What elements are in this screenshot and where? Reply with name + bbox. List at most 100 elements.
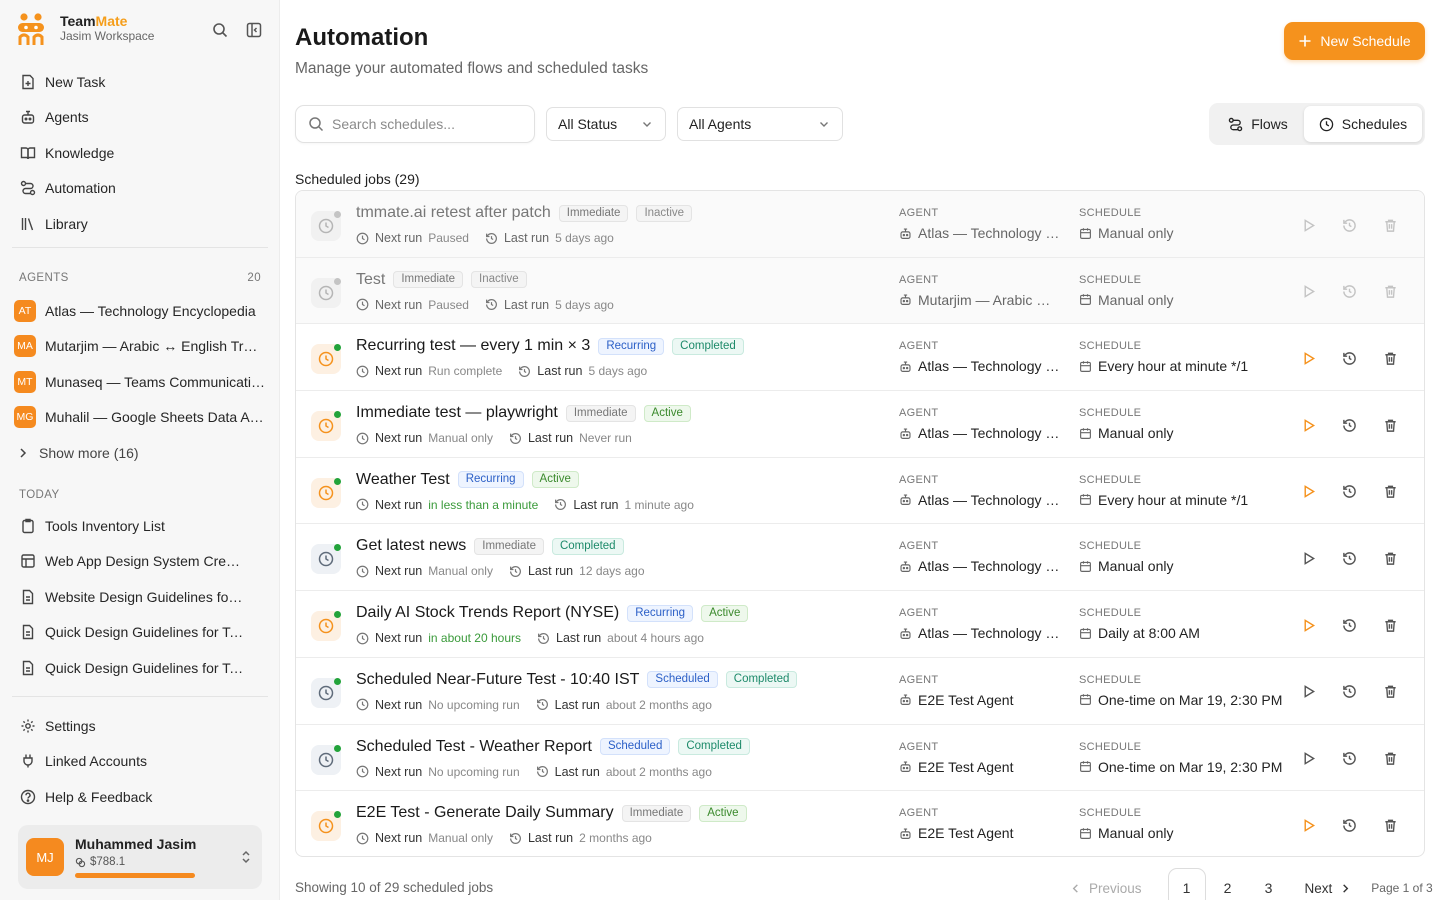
status-dot [334,211,341,218]
job-name[interactable]: Daily AI Stock Trends Report (NYSE) [356,604,619,622]
table-row[interactable]: tmmate.ai retest after patch Immediate In… [296,191,1424,258]
nav-item-library[interactable]: Library [12,206,268,242]
table-row[interactable]: Recurring test — every 1 min × 3 Recurri… [296,324,1424,392]
coins-icon [75,857,86,867]
agent-item[interactable]: MA Mutarjim — Arabic ↔ English Translato… [14,329,266,365]
history-item[interactable]: Web App Design System Creation [12,544,268,580]
nav-item-help[interactable]: Help & Feedback [12,779,268,815]
table-row[interactable]: Scheduled Test - Weather Report Schedule… [296,725,1424,792]
next-page-button[interactable]: Next [1305,881,1352,896]
run-now-button[interactable] [1298,215,1318,235]
delete-button[interactable] [1380,749,1400,769]
delete-button[interactable] [1380,682,1400,702]
delete-button[interactable] [1380,615,1400,635]
job-name[interactable]: Scheduled Test - Weather Report [356,738,592,756]
run-now-button[interactable] [1298,749,1318,769]
calendar-icon [1080,827,1091,839]
search-input[interactable] [332,116,522,132]
table-row[interactable]: Get latest news Immediate Completed Next … [296,524,1424,592]
run-now-button[interactable] [1298,815,1318,835]
agents-section-header: AGENTS 20 [19,272,261,284]
agent-item[interactable]: AT Atlas — Technology Encyclopedia [14,293,266,329]
run-history-button[interactable] [1339,482,1359,502]
run-now-button[interactable] [1298,282,1318,302]
job-run-meta: Next run Paused Last run 5 days ago [356,231,614,245]
job-name[interactable]: Get latest news [356,537,466,555]
plus-icon [1299,35,1311,47]
agent-item[interactable]: MT Munaseq — Teams Communication [14,364,266,400]
nav-item-linked-accounts[interactable]: Linked Accounts [12,744,268,780]
agent-item[interactable]: MG Muhalil — Google Sheets Data Analyst [14,400,266,436]
show-more-agents-button[interactable]: Show more (16) [14,435,266,471]
history-item[interactable]: Quick Design Guidelines for Teams [12,650,268,686]
job-name[interactable]: Immediate test — playwright [356,404,558,422]
job-name[interactable]: Test [356,271,385,289]
run-now-button[interactable] [1298,615,1318,635]
run-now-button[interactable] [1298,482,1318,502]
run-now-button[interactable] [1298,682,1318,702]
run-history-button[interactable] [1339,215,1359,235]
delete-button[interactable] [1380,415,1400,435]
history-item[interactable]: Website Design Guidelines for Teams [12,579,268,615]
tab-flows[interactable]: Flows [1212,106,1304,142]
delete-button[interactable] [1380,348,1400,368]
agent-filter-select[interactable]: All Agents [677,107,843,141]
nav-item-settings[interactable]: Settings [12,708,268,744]
page-button[interactable]: 3 [1250,868,1288,900]
trash-icon [1384,685,1396,699]
history-label: Tools Inventory List [45,517,165,534]
tab-schedules[interactable]: Schedules [1304,106,1422,142]
search-button[interactable] [210,20,230,40]
history-icon [519,365,531,377]
page-button[interactable]: 2 [1209,868,1247,900]
job-name[interactable]: Recurring test — every 1 min × 3 [356,337,590,355]
status-filter-select[interactable]: All Status [546,107,666,141]
table-row[interactable]: Test Immediate Inactive Next run Paused L… [296,257,1424,325]
previous-page-button[interactable]: Previous [1070,881,1142,896]
job-run-meta: Next run No upcoming run Last run about … [356,698,712,712]
delete-button[interactable] [1380,548,1400,568]
job-name[interactable]: Scheduled Near-Future Test - 10:40 IST [356,671,639,689]
run-history-button[interactable] [1339,348,1359,368]
run-history-button[interactable] [1339,682,1359,702]
run-now-button[interactable] [1298,415,1318,435]
agent-name: Atlas — Technology Encyclopedia [45,302,256,319]
last-run-value: about 4 hours ago [607,631,704,646]
job-schedule-value: Manual only [1098,291,1174,308]
next-run-label: Next run [375,431,423,446]
job-agent: Atlas — Technology Encyclopedia [899,358,1063,374]
run-history-button[interactable] [1339,749,1359,769]
run-history-button[interactable] [1339,282,1359,302]
job-status-icon [311,277,341,308]
table-row[interactable]: Scheduled Near-Future Test - 10:40 IST S… [296,658,1424,725]
brand[interactable]: TeamMate Jasim Workspace [16,12,154,46]
collapse-sidebar-button[interactable] [244,20,264,40]
nav-item-agents[interactable]: Agents [12,100,268,136]
history-item[interactable]: Tools Inventory List [12,508,268,544]
job-name[interactable]: tmmate.ai retest after patch [356,204,551,222]
page-button[interactable]: 1 [1167,868,1206,900]
table-row[interactable]: Immediate test — playwright Immediate Act… [296,391,1424,458]
nav-item-new-task[interactable]: New Task [12,64,268,100]
delete-button[interactable] [1380,815,1400,835]
table-row[interactable]: E2E Test - Generate Daily Summary Immedi… [296,791,1424,856]
history-item[interactable]: Quick Design Guidelines for Teams [12,615,268,651]
delete-button[interactable] [1380,215,1400,235]
job-name[interactable]: E2E Test - Generate Daily Summary [356,804,614,822]
user-account-switcher[interactable]: MJ Muhammed Jasim $788.1 [18,825,262,889]
run-now-button[interactable] [1298,548,1318,568]
table-row[interactable]: Daily AI Stock Trends Report (NYSE) Recu… [296,591,1424,658]
run-history-button[interactable] [1339,815,1359,835]
run-now-button[interactable] [1298,348,1318,368]
nav-item-knowledge[interactable]: Knowledge [12,135,268,171]
delete-button[interactable] [1380,482,1400,502]
table-row[interactable]: Weather Test Recurring Active Next run in… [296,458,1424,525]
job-title-line: Test Immediate Inactive [356,271,527,289]
run-history-button[interactable] [1339,415,1359,435]
new-schedule-button[interactable]: New Schedule [1284,22,1425,60]
delete-button[interactable] [1380,282,1400,302]
nav-item-automation[interactable]: Automation [12,171,268,207]
job-name[interactable]: Weather Test [356,471,450,489]
run-history-button[interactable] [1339,548,1359,568]
run-history-button[interactable] [1339,615,1359,635]
